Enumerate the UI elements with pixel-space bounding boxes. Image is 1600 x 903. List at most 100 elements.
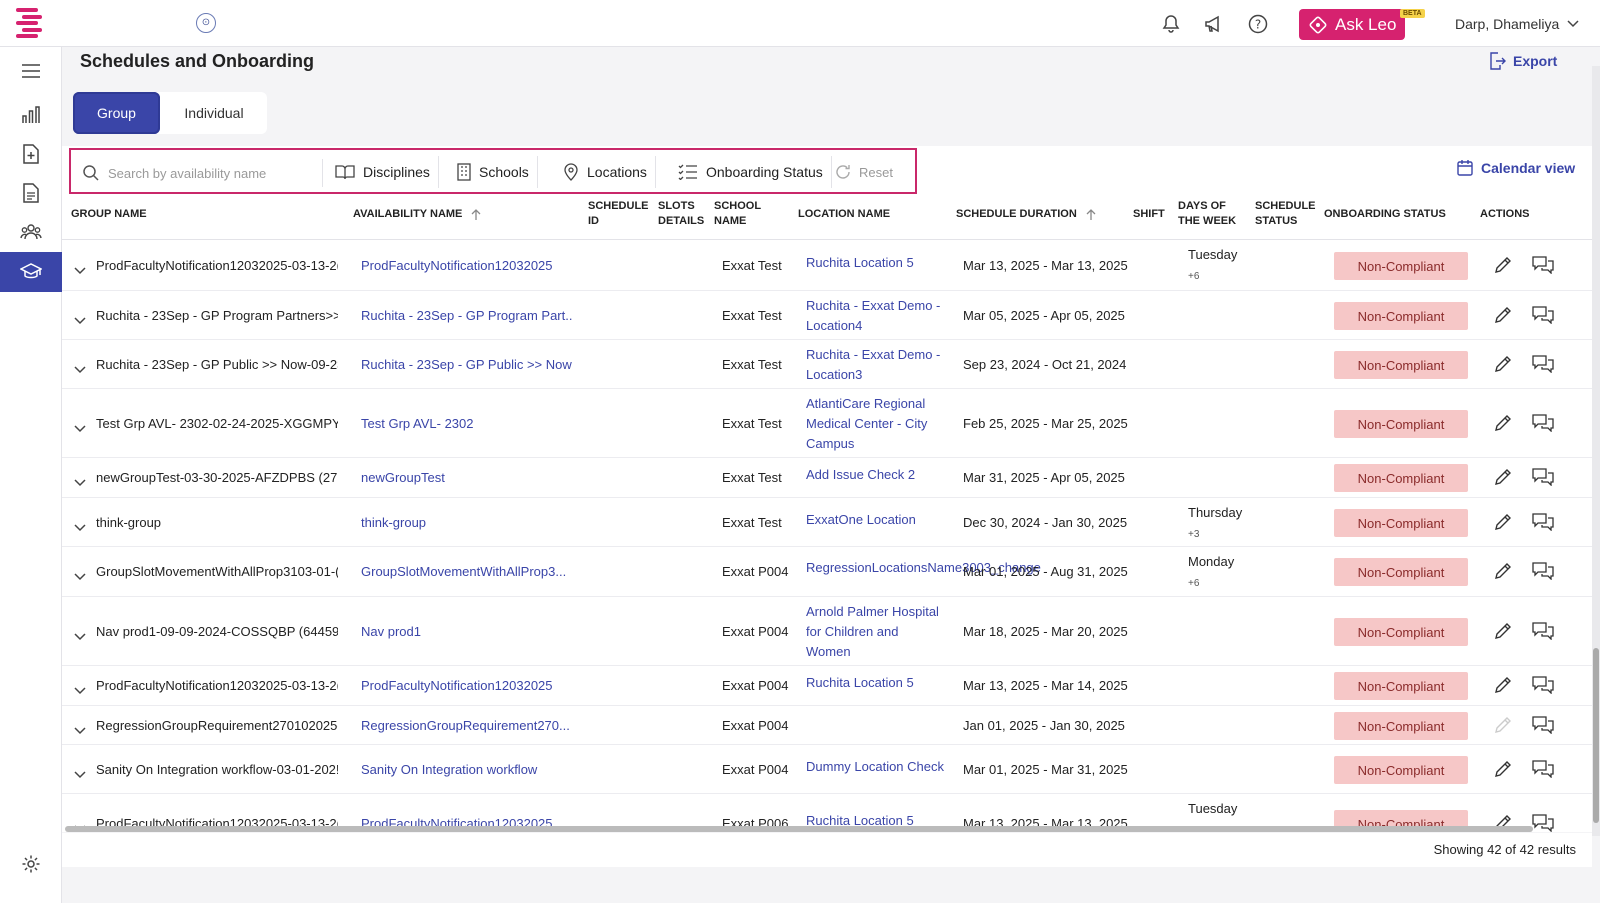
edit-icon[interactable] [1494,513,1514,533]
comments-icon[interactable] [1532,562,1556,582]
comments-icon[interactable] [1532,256,1556,276]
location-name-link[interactable]: Add Issue Check 2 [806,465,946,485]
calendar-view-button[interactable]: Calendar view [1457,159,1575,176]
expand-chevron-icon[interactable] [74,766,86,779]
settings-icon[interactable] [0,844,62,884]
header-shift[interactable]: SHIFT [1133,207,1165,222]
export-button[interactable]: Export [1488,52,1557,70]
availability-name-link[interactable]: Test Grp AVL- 2302 [361,414,573,434]
tab-group[interactable]: Group [73,92,160,134]
sidebar-item-documents[interactable] [0,173,62,213]
ask-leo-button[interactable]: Ask Leo [1299,9,1405,40]
header-schedule-duration[interactable]: SCHEDULE DURATION [956,207,1096,222]
availability-name-link[interactable]: Ruchita - 23Sep - GP Public >> Now [361,355,573,375]
table-row[interactable]: Nav prod1-09-09-2024-COSSQBP (6445970 Nav… [62,597,1592,666]
edit-icon[interactable] [1494,562,1514,582]
table-row[interactable]: ProdFacultyNotification12032025-03-13-2(… [62,666,1592,706]
header-availability-name[interactable]: AVAILABILITY NAME [353,207,481,222]
comments-icon[interactable] [1532,622,1556,642]
edit-icon[interactable] [1494,414,1514,434]
location-name-link[interactable]: Arnold Palmer Hospital for Children and … [806,602,946,662]
table-row[interactable]: ProdFacultyNotification12032025-03-13-2(… [62,240,1592,291]
more-days-badge[interactable]: +6 [1188,268,1237,286]
expand-chevron-icon[interactable] [74,628,86,641]
expand-chevron-icon[interactable] [74,682,86,695]
edit-icon[interactable] [1494,256,1514,276]
menu-icon[interactable] [0,51,62,91]
location-name-link[interactable]: AtlantiCare Regional Medical Center - Ci… [806,394,946,454]
location-name-link[interactable]: Ruchita Location 5 [806,673,946,693]
table-row[interactable]: Ruchita - 23Sep - GP Program Partners>> … [62,291,1592,340]
edit-icon[interactable] [1494,676,1514,696]
availability-name-link[interactable]: ProdFacultyNotification12032025 [361,676,573,696]
header-slots-details[interactable]: SLOTS DETAILS [658,199,706,229]
comments-icon[interactable] [1532,716,1556,736]
comments-icon[interactable] [1532,468,1556,488]
comments-icon[interactable] [1532,414,1556,434]
expand-chevron-icon[interactable] [74,474,86,487]
edit-icon[interactable] [1494,622,1514,642]
availability-name-link[interactable]: think-group [361,513,573,533]
header-school-name[interactable]: SCHOOL NAME [714,199,764,229]
availability-name-link[interactable]: GroupSlotMovementWithAllProp3... [361,562,573,582]
search-input[interactable]: Search by availability name [83,159,323,187]
comments-icon[interactable] [1532,676,1556,696]
header-group-name[interactable]: GROUP NAME [71,207,147,222]
header-schedule-status[interactable]: SCHEDULE STATUS [1255,199,1316,229]
help-icon[interactable]: ? [1247,13,1269,35]
availability-name-link[interactable]: RegressionGroupRequirement270... [361,716,573,736]
table-row[interactable]: newGroupTest-03-30-2025-AFZDPBS (2790 new… [62,458,1592,498]
comments-icon[interactable] [1532,513,1556,533]
location-name-link[interactable]: Ruchita - Exxat Demo - Location4 [806,296,946,336]
comments-icon[interactable] [1532,760,1556,780]
expand-chevron-icon[interactable] [74,312,86,325]
location-name-link[interactable]: Dummy Location Check [806,757,946,777]
exxat-logo[interactable] [16,8,42,38]
locations-filter[interactable]: Locations [555,156,656,188]
location-name-link[interactable]: Ruchita - Exxat Demo - Location3 [806,345,946,385]
header-days-of-week[interactable]: DAYS OF THE WEEK [1178,199,1240,229]
edit-icon[interactable] [1494,468,1514,488]
reset-button[interactable]: Reset [827,156,901,188]
edit-icon[interactable] [1494,355,1514,375]
table-row[interactable]: Sanity On Integration workflow-03-01-202… [62,745,1592,794]
disciplines-filter[interactable]: Disciplines [327,156,439,188]
edit-icon[interactable] [1494,306,1514,326]
vertical-scrollbar-thumb[interactable] [1593,648,1599,823]
expand-chevron-icon[interactable] [74,420,86,433]
edit-icon[interactable] [1494,716,1514,736]
availability-name-link[interactable]: Sanity On Integration workflow [361,760,573,780]
expand-chevron-icon[interactable] [74,361,86,374]
expand-chevron-icon[interactable] [74,262,86,275]
comments-icon[interactable] [1532,814,1556,832]
header-onboarding-status[interactable]: ONBOARDING STATUS [1324,207,1446,222]
schools-filter[interactable]: Schools [449,156,538,188]
table-row[interactable]: GroupSlotMovementWithAllProp3103-01-(Gro… [62,547,1592,597]
sidebar-item-schedules[interactable] [0,252,62,292]
bell-icon[interactable] [1160,13,1182,35]
expand-chevron-icon[interactable] [74,722,86,735]
expand-chevron-icon[interactable] [74,519,86,532]
more-days-badge[interactable]: +3 [1188,526,1242,544]
sidebar-item-people[interactable] [0,212,62,252]
tab-individual[interactable]: Individual [168,92,260,134]
onboarding-status-filter[interactable]: Onboarding Status [670,156,832,188]
header-schedule-id[interactable]: SCHEDULE ID [588,199,649,229]
sidebar-item-add-document[interactable] [0,134,62,174]
availability-name-link[interactable]: ProdFacultyNotification12032025 [361,256,573,276]
table-row[interactable]: RegressionGroupRequirement270102025-(Reg… [62,706,1592,745]
comments-icon[interactable] [1532,355,1556,375]
expand-chevron-icon[interactable] [74,568,86,581]
user-menu[interactable]: Darp, Dhameliya [1455,16,1579,32]
table-row[interactable]: Test Grp AVL- 2302-02-24-2025-XGGMPYS (4… [62,389,1592,458]
table-row[interactable]: Ruchita - 23Sep - GP Public >> Now-09-23… [62,340,1592,389]
megaphone-icon[interactable] [1203,13,1225,35]
horizontal-scrollbar[interactable] [65,826,1533,832]
table-row[interactable]: think-group think-group Exxat Test ExxatOne… [62,498,1592,547]
edit-icon[interactable] [1494,760,1514,780]
availability-name-link[interactable]: Ruchita - 23Sep - GP Program Part... [361,306,573,326]
location-name-link[interactable]: ExxatOne Location [806,510,946,530]
sidebar-item-analytics[interactable] [0,95,62,135]
header-location-name[interactable]: LOCATION NAME [798,207,890,222]
more-days-badge[interactable]: +6 [1188,575,1234,593]
